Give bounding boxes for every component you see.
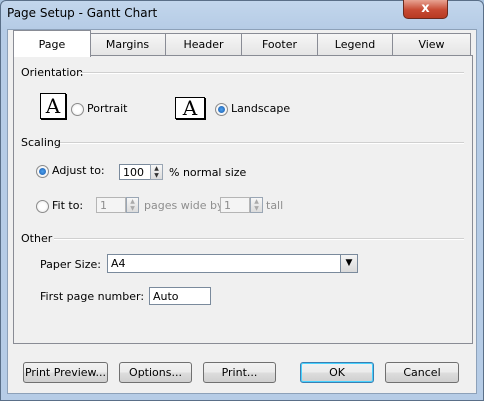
spin-down-icon[interactable]: ▼ (127, 205, 138, 212)
first-page-number-label: First page number: (40, 290, 145, 303)
fit-wide-spinner[interactable]: ▲ ▼ (126, 197, 139, 213)
orientation-divider (80, 72, 464, 74)
tab-page[interactable]: Page (13, 30, 91, 57)
adjust-to-radio[interactable] (36, 165, 49, 178)
portrait-radio[interactable] (71, 103, 84, 116)
spin-down-icon[interactable]: ▼ (251, 205, 262, 212)
chevron-down-icon[interactable]: ▼ (340, 255, 357, 272)
tab-header[interactable]: Header (165, 33, 242, 56)
print-button[interactable]: Print... (203, 362, 276, 383)
options-button[interactable]: Options... (119, 362, 192, 383)
tab-margins[interactable]: Margins (89, 33, 166, 56)
fit-to-label[interactable]: Fit to: (52, 199, 83, 212)
print-preview-button[interactable]: Print Preview... (23, 362, 108, 383)
tab-legend[interactable]: Legend (317, 33, 393, 56)
close-icon: x (421, 1, 430, 16)
adjust-to-input[interactable]: 100 (119, 164, 151, 180)
spin-up-icon[interactable]: ▲ (127, 198, 138, 205)
spin-up-icon[interactable]: ▲ (151, 165, 162, 172)
fit-tall-suffix: tall (266, 199, 284, 212)
close-button[interactable]: x (403, 0, 448, 19)
landscape-icon: A (175, 97, 205, 119)
adjust-to-suffix: % normal size (169, 166, 247, 179)
window-title: Page Setup - Gantt Chart (7, 6, 158, 20)
ok-button[interactable]: OK (300, 362, 374, 383)
landscape-label[interactable]: Landscape (231, 102, 290, 115)
adjust-to-spinner[interactable]: ▲ ▼ (150, 164, 163, 180)
fit-wide-suffix: pages wide by (144, 199, 224, 212)
tab-footer[interactable]: Footer (241, 33, 318, 56)
cancel-button[interactable]: Cancel (385, 362, 459, 383)
first-page-number-input[interactable]: Auto (149, 287, 211, 305)
paper-size-select[interactable]: A4 ▼ (107, 254, 358, 273)
other-divider (54, 238, 464, 240)
tab-view[interactable]: View (392, 33, 471, 56)
spin-down-icon[interactable]: ▼ (151, 172, 162, 179)
portrait-label[interactable]: Portrait (87, 102, 127, 115)
spin-up-icon[interactable]: ▲ (251, 198, 262, 205)
adjust-to-label[interactable]: Adjust to: (52, 164, 105, 177)
fit-to-radio[interactable] (36, 200, 49, 213)
paper-size-label: Paper Size: (40, 258, 101, 271)
paper-size-value: A4 (111, 257, 126, 270)
portrait-icon: A (40, 93, 66, 119)
fit-wide-input[interactable]: 1 (96, 197, 126, 213)
fit-tall-spinner[interactable]: ▲ ▼ (250, 197, 263, 213)
orientation-heading: Orientation (21, 66, 84, 79)
scaling-heading: Scaling (21, 136, 61, 149)
scaling-divider (60, 142, 464, 144)
landscape-radio[interactable] (215, 103, 228, 116)
fit-tall-input[interactable]: 1 (220, 197, 250, 213)
other-heading: Other (21, 232, 53, 245)
